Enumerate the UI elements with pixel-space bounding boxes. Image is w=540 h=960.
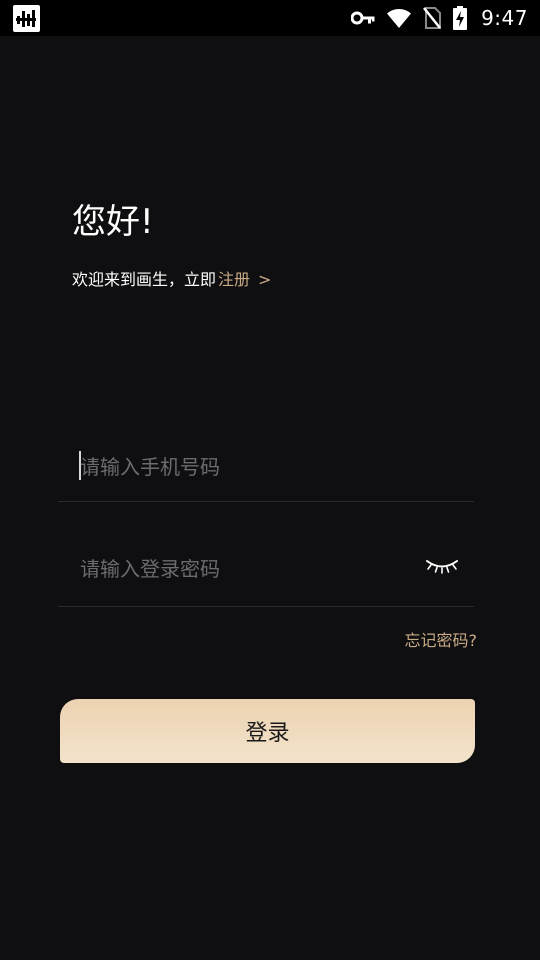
forgot-password-link[interactable]: 忘记密码?: [405, 630, 478, 652]
register-link[interactable]: 注册 >: [218, 270, 271, 289]
greeting-title: 您好!: [72, 202, 154, 242]
chevron-right-icon: >: [258, 270, 272, 289]
phone-field: [58, 432, 474, 502]
phone-input[interactable]: [80, 432, 410, 501]
status-icons: 9:47: [339, 0, 528, 36]
login-screen: 9:47 您好! 欢迎来到画生，立即注册 > 忘记密码? 登录: [0, 0, 540, 960]
login-button[interactable]: 登录: [60, 699, 475, 763]
eye-closed-icon[interactable]: [424, 556, 460, 578]
clock: 9:47: [481, 6, 528, 30]
password-input[interactable]: [80, 532, 410, 606]
wifi-icon: [387, 8, 412, 28]
password-field: [58, 532, 474, 607]
app-notification-icon: [13, 5, 40, 32]
register-link-label: 注册: [218, 270, 251, 289]
welcome-text: 欢迎来到画生，立即: [72, 270, 217, 289]
no-sim-icon: [423, 7, 442, 29]
welcome-line: 欢迎来到画生，立即 注册 >: [72, 268, 271, 292]
battery-charging-icon: [453, 6, 468, 30]
status-bar: 9:47: [0, 0, 540, 36]
vpn-key-icon: [351, 11, 375, 25]
